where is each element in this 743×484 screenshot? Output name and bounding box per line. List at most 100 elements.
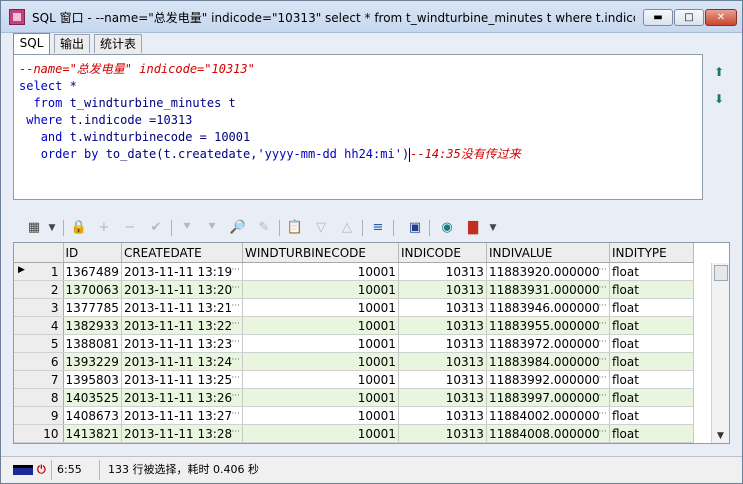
table-row[interactable]: 7 1395803 ··· 2013-11-11 13:25 10001 10313 ···…	[14, 370, 694, 389]
column-header-id[interactable]: ID	[63, 243, 122, 263]
cell-createdate[interactable]: ··· 2013-11-11 13:20	[121, 280, 243, 299]
arrow-up-icon[interactable]: ⬆	[711, 64, 727, 80]
cell-createdate[interactable]: ··· 2013-11-11 13:25	[121, 370, 243, 389]
row-indicator-header[interactable]	[14, 243, 64, 263]
grid-view-icon[interactable]: ▦	[25, 219, 43, 237]
cell-indicode[interactable]: 10313	[398, 424, 487, 443]
table-row[interactable]: 8 1403525 ··· 2013-11-11 13:26 10001 10313 ···…	[14, 388, 694, 407]
arrow-down-icon[interactable]: ⬇	[711, 91, 727, 107]
export-icon[interactable]: ◉	[438, 219, 456, 237]
add-record-icon[interactable]: +	[95, 219, 113, 237]
row-number[interactable]: 8	[14, 388, 64, 407]
table-row[interactable]: 10 1413821 ··· 2013-11-11 13:28 10001 10313 ··…	[14, 424, 694, 443]
table-row[interactable]: 2 1370063 ··· 2013-11-11 13:20 10001 10313 ···…	[14, 280, 694, 299]
row-number[interactable]: 9	[14, 406, 64, 425]
column-header-indicode[interactable]: INDICODE	[398, 243, 487, 263]
cell-id[interactable]: 1367489	[63, 262, 122, 281]
find-icon[interactable]: 🔎	[229, 219, 247, 237]
vertical-scrollbar[interactable]: ▼	[711, 263, 729, 443]
cell-indivalue[interactable]: ··· 11883997.000000	[486, 388, 610, 407]
cell-windturbinecode[interactable]: 10001	[242, 406, 399, 425]
column-header-windturbinecode[interactable]: WINDTURBINECODE	[242, 243, 399, 263]
column-header-inditype[interactable]: INDITYPE	[609, 243, 694, 263]
cell-id[interactable]: 1393229	[63, 352, 122, 371]
cell-indivalue[interactable]: ··· 11884002.000000	[486, 406, 610, 425]
sql-editor[interactable]: --name="总发电量" indicode="10313" select * …	[13, 54, 703, 200]
row-number[interactable]: 4	[14, 316, 64, 335]
lock-icon[interactable]: 🔒	[70, 219, 88, 237]
row-number[interactable]: ▶ 1	[14, 262, 64, 281]
column-header-createdate[interactable]: CREATEDATE	[121, 243, 243, 263]
cell-windturbinecode[interactable]: 10001	[242, 370, 399, 389]
cell-createdate[interactable]: ··· 2013-11-11 13:28	[121, 424, 243, 443]
cell-windturbinecode[interactable]: 10001	[242, 352, 399, 371]
cell-inditype[interactable]: float	[609, 352, 694, 371]
row-number[interactable]: 7	[14, 370, 64, 389]
cell-id[interactable]: 1403525	[63, 388, 122, 407]
cell-inditype[interactable]: float	[609, 280, 694, 299]
row-number[interactable]: 10	[14, 424, 64, 443]
row-number[interactable]: 6	[14, 352, 64, 371]
query-by-example-icon[interactable]: 📋	[286, 219, 304, 237]
cell-indivalue[interactable]: ··· 11883946.000000	[486, 298, 610, 317]
tab-statistics[interactable]: 统计表	[94, 34, 142, 53]
cell-indicode[interactable]: 10313	[398, 352, 487, 371]
clear-icon[interactable]: ✎	[255, 219, 273, 237]
cell-inditype[interactable]: float	[609, 424, 694, 443]
close-button[interactable]: ✕	[705, 9, 737, 26]
cell-indicode[interactable]: 10313	[398, 280, 487, 299]
sort-ascending-icon[interactable]: △	[338, 219, 356, 237]
cell-inditype[interactable]: float	[609, 262, 694, 281]
table-row[interactable]: ▶ 1 1367489 ··· 2013-11-11 13:19 10001 10313 ··…	[14, 262, 694, 281]
post-changes-icon[interactable]: ✔	[147, 219, 165, 237]
sort-descending-icon[interactable]: ▽	[312, 219, 330, 237]
row-number[interactable]: 5	[14, 334, 64, 353]
cell-createdate[interactable]: ··· 2013-11-11 13:26	[121, 388, 243, 407]
cell-indivalue[interactable]: ··· 11883992.000000	[486, 370, 610, 389]
fetch-last-icon[interactable]: ⯆	[203, 219, 221, 237]
cell-createdate[interactable]: ··· 2013-11-11 13:19	[121, 262, 243, 281]
cell-windturbinecode[interactable]: 10001	[242, 388, 399, 407]
cell-indicode[interactable]: 10313	[398, 370, 487, 389]
cell-id[interactable]: 1382933	[63, 316, 122, 335]
fetch-next-icon[interactable]: ⯆	[178, 219, 196, 237]
cell-indivalue[interactable]: ··· 11883955.000000	[486, 316, 610, 335]
table-row[interactable]: 3 1377785 ··· 2013-11-11 13:21 10001 10313 ···…	[14, 298, 694, 317]
column-header-indivalue[interactable]: INDIVALUE	[486, 243, 610, 263]
cell-createdate[interactable]: ··· 2013-11-11 13:27	[121, 406, 243, 425]
cell-id[interactable]: 1377785	[63, 298, 122, 317]
cell-indicode[interactable]: 10313	[398, 334, 487, 353]
row-number[interactable]: 3	[14, 298, 64, 317]
cell-createdate[interactable]: ··· 2013-11-11 13:23	[121, 334, 243, 353]
single-record-view-icon[interactable]: ≡	[369, 219, 387, 237]
minimize-button[interactable]: ▬	[643, 9, 673, 26]
cell-indivalue[interactable]: ··· 11883972.000000	[486, 334, 610, 353]
maximize-button[interactable]: □	[674, 9, 704, 26]
dropdown-arrow-icon[interactable]: ▼	[43, 219, 61, 237]
cell-inditype[interactable]: float	[609, 388, 694, 407]
cell-createdate[interactable]: ··· 2013-11-11 13:22	[121, 316, 243, 335]
cell-inditype[interactable]: float	[609, 370, 694, 389]
cell-indivalue[interactable]: ··· 11883920.000000	[486, 262, 610, 281]
cell-inditype[interactable]: float	[609, 334, 694, 353]
cell-indicode[interactable]: 10313	[398, 406, 487, 425]
table-row[interactable]: 4 1382933 ··· 2013-11-11 13:22 10001 10313 ···…	[14, 316, 694, 335]
table-row[interactable]: 6 1393229 ··· 2013-11-11 13:24 10001 10313 ···…	[14, 352, 694, 371]
save-icon[interactable]: ▣	[406, 219, 424, 237]
chart-icon[interactable]: ▇	[464, 219, 482, 237]
cell-indicode[interactable]: 10313	[398, 316, 487, 335]
cell-indicode[interactable]: 10313	[398, 262, 487, 281]
cell-indicode[interactable]: 10313	[398, 298, 487, 317]
table-row[interactable]: 5 1388081 ··· 2013-11-11 13:23 10001 10313 ···…	[14, 334, 694, 353]
title-bar[interactable]: SQL 窗口 - --name="总发电量" indicode="10313" …	[1, 1, 742, 33]
cell-id[interactable]: 1395803	[63, 370, 122, 389]
cell-windturbinecode[interactable]: 10001	[242, 298, 399, 317]
delete-record-icon[interactable]: −	[121, 219, 139, 237]
table-row[interactable]: 9 1408673 ··· 2013-11-11 13:27 10001 10313 ···…	[14, 406, 694, 425]
cell-indivalue[interactable]: ··· 11883931.000000	[486, 280, 610, 299]
tab-sql[interactable]: SQL	[13, 33, 50, 54]
cell-windturbinecode[interactable]: 10001	[242, 424, 399, 443]
tab-output[interactable]: 输出	[54, 34, 90, 53]
cell-inditype[interactable]: float	[609, 298, 694, 317]
cell-createdate[interactable]: ··· 2013-11-11 13:24	[121, 352, 243, 371]
